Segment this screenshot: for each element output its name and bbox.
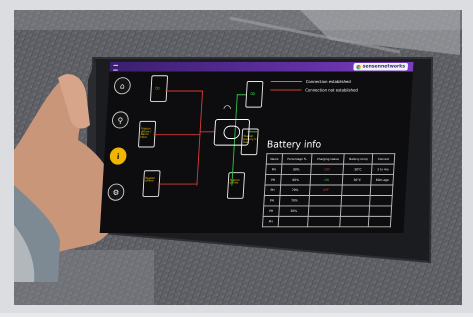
connection-line-bad [196, 91, 203, 186]
station-label: Station offline [145, 177, 159, 183]
info-button[interactable]: i [109, 148, 127, 165]
connection-line-bad [153, 134, 199, 135]
table-cell: PH [264, 195, 280, 205]
photo: sensennetworks ⌂ ⚲ i ⚙ ∞ Station offline… [0, 0, 473, 313]
column-header: Name [266, 154, 282, 164]
link-icon: ∞ [250, 90, 257, 99]
settings-button[interactable]: ⚙ [107, 184, 125, 201]
brand-name: sensennetworks [363, 64, 406, 70]
legend-item-connected: Connection established [271, 79, 359, 84]
table-cell: OFF [309, 185, 342, 195]
table-cell: 60m ago [371, 175, 393, 185]
menu-icon[interactable] [113, 65, 118, 71]
table-cell [307, 216, 340, 226]
table-cell [308, 206, 341, 216]
table-row[interactable]: PH [262, 216, 391, 226]
table-cell: 30°C [343, 175, 372, 185]
table-cell: 90% [281, 164, 311, 174]
table-row[interactable]: PH 60% ON 30°C 60m ago [265, 175, 394, 185]
gear-icon: ⚙ [112, 188, 119, 197]
search-button[interactable]: ⚲ [112, 111, 130, 128]
connection-line-bad [165, 91, 202, 92]
connection-line-bad [158, 184, 197, 185]
search-icon: ⚲ [117, 116, 123, 125]
table-cell: 70% [280, 195, 310, 205]
legend-label: Connection established [306, 79, 351, 84]
connection-line-good [237, 94, 246, 95]
tablet-screen: sensennetworks ⌂ ⚲ i ⚙ ∞ Station offline… [100, 62, 414, 233]
battery-table: Name Percentage % Charging status Batter… [262, 153, 395, 227]
legend-item-not-connected: Connection not established [270, 88, 358, 93]
wifi-icon: ◠ [223, 104, 232, 114]
table-cell: ON [310, 175, 343, 185]
table-cell [341, 206, 370, 216]
table-row[interactable]: PH 50% [263, 206, 392, 216]
legend-swatch-red [270, 90, 301, 91]
cloud-icon [223, 126, 240, 139]
table-cell [370, 185, 392, 195]
column-header: Percentage % [282, 154, 312, 164]
column-header: Battery temp [344, 154, 373, 164]
table-cell [340, 216, 369, 226]
brand-logo: sensennetworks [353, 63, 408, 71]
table-cell: 3 hr 4m [372, 164, 394, 174]
table-cell: OFF [311, 164, 344, 174]
link-broken-icon: ∞ [154, 84, 161, 93]
table-cell [370, 195, 392, 205]
table-cell: 70% [280, 185, 310, 195]
table-row[interactable]: PH 70% OFF [264, 185, 393, 195]
top-bar: sensennetworks [109, 62, 413, 72]
table-cell: 60% [281, 175, 311, 185]
station-phone[interactable]: Station offline [227, 172, 245, 199]
table-cell [278, 216, 308, 226]
table-cell: PH [262, 216, 278, 226]
home-button[interactable]: ⌂ [114, 77, 132, 94]
table-cell [341, 195, 370, 205]
connection-line-bad [200, 131, 215, 132]
table-cell [342, 185, 371, 195]
legend-label: Connection not established [305, 88, 358, 93]
legend: Connection established Connection not es… [270, 79, 359, 96]
column-header: Charging status [311, 154, 344, 164]
battery-table-header: Name Percentage % Charging status Batter… [266, 154, 395, 164]
column-header: Connect [372, 154, 394, 164]
cloud-hub[interactable] [214, 119, 251, 146]
table-cell: PH [263, 206, 279, 216]
table-cell: 30°C [343, 164, 372, 174]
table-cell: 50% [279, 206, 309, 216]
table-cell [309, 195, 342, 205]
info-icon: i [117, 152, 120, 161]
table-row[interactable]: PH 70% [264, 195, 393, 205]
table-cell [369, 206, 391, 216]
home-icon: ⌂ [120, 81, 125, 90]
table-cell [369, 216, 391, 226]
station-phone[interactable]: ∞ [150, 75, 168, 102]
battery-info-title: Battery info [267, 140, 322, 150]
legend-swatch-green [271, 81, 302, 82]
table-cell: PH [264, 185, 280, 195]
brand-mark-icon [356, 64, 361, 69]
table-cell: PH [265, 175, 281, 185]
table-row[interactable]: PH 90% OFF 30°C 3 hr 4m [266, 164, 395, 174]
table-cell: PH [266, 164, 282, 174]
station-phone[interactable]: ∞ [245, 81, 263, 108]
